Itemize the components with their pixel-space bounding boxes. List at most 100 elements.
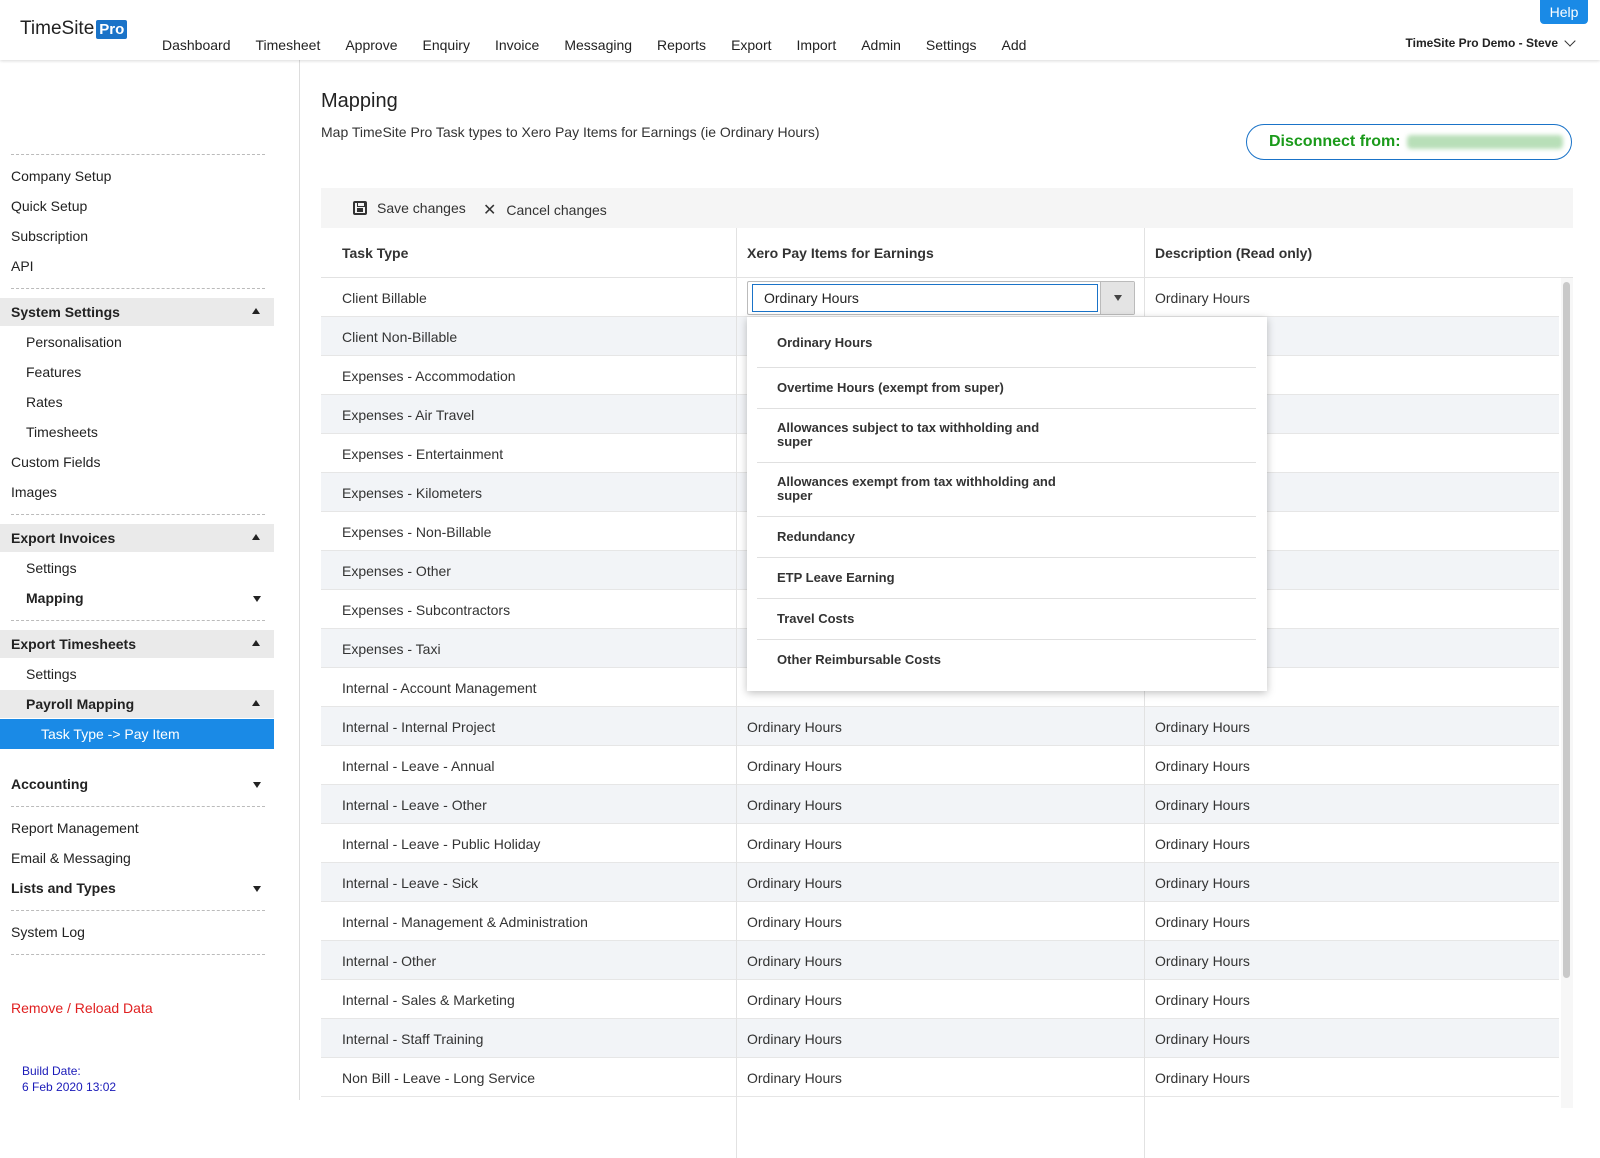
sidebar-item-personalisation[interactable]: Personalisation [26, 334, 122, 350]
nav-timesheet[interactable]: Timesheet [256, 37, 321, 53]
build-date: 6 Feb 2020 13:02 [22, 1080, 117, 1094]
table-row[interactable]: Internal - Other Ordinary Hours Ordinary H… [321, 941, 1559, 980]
pay-item-cell[interactable]: Ordinary Hours [747, 992, 842, 1008]
description-cell: Ordinary Hours [1155, 953, 1250, 969]
page-subtitle: Map TimeSite Pro Task types to Xero Pay … [321, 124, 820, 140]
dropdown-option[interactable]: Allowances subject to tax withholding an… [757, 409, 1256, 463]
sidebar-item-timesheets[interactable]: Timesheets [26, 424, 98, 440]
nav-dashboard[interactable]: Dashboard [162, 37, 231, 53]
dropdown-option[interactable]: Travel Costs [757, 599, 1256, 640]
pay-item-cell[interactable]: Ordinary Hours [747, 875, 842, 891]
organisation-name-redacted [1406, 135, 1563, 149]
nav-add[interactable]: Add [1002, 37, 1027, 53]
nav-reports[interactable]: Reports [657, 37, 706, 53]
dropdown-toggle-button[interactable] [1100, 282, 1134, 314]
sidebar-section-system-settings[interactable]: System Settings [0, 298, 274, 326]
cancel-changes-button[interactable]: ✕ Cancel changes [483, 200, 607, 220]
dropdown-option[interactable]: Allowances exempt from tax withholding a… [757, 463, 1256, 517]
sidebar-item-email-messaging[interactable]: Email & Messaging [11, 850, 131, 866]
table-row[interactable]: Internal - Internal Project Ordinary Hour… [321, 707, 1559, 746]
user-name: TimeSite Pro Demo - Steve [1405, 36, 1559, 50]
task-type-cell: Internal - Other [342, 953, 437, 969]
save-changes-button[interactable]: Save changes [353, 200, 466, 216]
pay-item-cell[interactable]: Ordinary Hours [747, 914, 842, 930]
table-row[interactable]: Internal - Sales & Marketing Ordinary Hou… [321, 980, 1559, 1019]
table-row[interactable]: Internal - Leave - Annual Ordinary Hours O… [321, 746, 1559, 785]
nav-invoice[interactable]: Invoice [495, 37, 539, 53]
description-cell: Ordinary Hours [1155, 914, 1250, 930]
task-type-cell: Internal - Sales & Marketing [342, 992, 515, 1008]
table-row[interactable]: Internal - Leave - Public Holiday Ordinar… [321, 824, 1559, 863]
nav-approve[interactable]: Approve [345, 37, 397, 53]
sidebar-item-lists-types[interactable]: Lists and Types [11, 880, 116, 896]
table-row[interactable]: Internal - Leave - Other Ordinary Hours Or… [321, 785, 1559, 824]
sidebar-item-timesheet-settings[interactable]: Settings [26, 666, 77, 682]
nav-import[interactable]: Import [797, 37, 837, 53]
sidebar-section-payroll-mapping[interactable]: Payroll Mapping [0, 690, 274, 718]
pay-item-cell[interactable]: Ordinary Hours [747, 836, 842, 852]
sidebar-item-rates[interactable]: Rates [26, 394, 63, 410]
dropdown-option[interactable]: ETP Leave Earning [757, 558, 1256, 599]
task-type-cell: Expenses - Non-Billable [342, 524, 492, 540]
dropdown-option[interactable]: Other Reimbursable Costs [757, 640, 1256, 681]
sidebar-item-invoice-mapping[interactable]: Mapping [26, 590, 84, 606]
sidebar-item-subscription[interactable]: Subscription [11, 228, 88, 244]
pay-item-combobox[interactable]: Ordinary Hours [747, 281, 1135, 315]
task-type-cell: Expenses - Taxi [342, 641, 441, 657]
dropdown-option[interactable]: Ordinary Hours [757, 317, 1256, 368]
sidebar-item-report-management[interactable]: Report Management [11, 820, 139, 836]
sidebar-item-remove-reload[interactable]: Remove / Reload Data [11, 1000, 153, 1016]
user-menu[interactable]: TimeSite Pro Demo - Steve [1405, 34, 1576, 50]
sidebar-item-accounting[interactable]: Accounting [11, 776, 88, 792]
expand-icon[interactable] [253, 596, 261, 602]
nav-messaging[interactable]: Messaging [564, 37, 632, 53]
table-row[interactable]: Internal - Leave - Sick Ordinary Hours Ord… [321, 863, 1559, 902]
pay-item-cell[interactable]: Ordinary Hours [747, 1070, 842, 1086]
description-cell: Ordinary Hours [1155, 1031, 1250, 1047]
option-label: Overtime Hours (exempt from super) [777, 380, 1004, 395]
sidebar-item-custom-fields[interactable]: Custom Fields [11, 454, 100, 470]
sidebar-section-export-timesheets[interactable]: Export Timesheets [0, 630, 274, 658]
scrollbar-thumb[interactable] [1563, 282, 1570, 978]
disconnect-button[interactable]: Disconnect from: [1246, 124, 1572, 160]
dropdown-option[interactable]: Redundancy [757, 517, 1256, 558]
column-header-pay-items[interactable]: Xero Pay Items for Earnings [747, 245, 934, 261]
column-header-task-type[interactable]: Task Type [342, 245, 408, 261]
column-header-description[interactable]: Description (Read only) [1155, 245, 1312, 261]
sidebar-item-task-type-pay-item[interactable]: Task Type -> Pay Item [0, 719, 274, 749]
pay-item-cell[interactable]: Ordinary Hours [747, 1031, 842, 1047]
build-date-label: Build Date: [22, 1064, 81, 1078]
pay-item-cell[interactable]: Ordinary Hours [747, 758, 842, 774]
app-logo[interactable]: TimeSite Pro [20, 18, 128, 40]
help-button[interactable]: Help [1540, 0, 1588, 24]
task-type-cell: Internal - Leave - Other [342, 797, 487, 813]
nav-export[interactable]: Export [731, 37, 771, 53]
option-label: Travel Costs [777, 611, 855, 626]
nav-settings[interactable]: Settings [926, 37, 977, 53]
pay-item-cell[interactable]: Ordinary Hours [747, 719, 842, 735]
close-icon: ✕ [483, 202, 497, 219]
sidebar-item-api[interactable]: API [11, 258, 34, 274]
sidebar-item-features[interactable]: Features [26, 364, 81, 380]
pay-item-input[interactable]: Ordinary Hours [752, 284, 1098, 312]
table-row[interactable]: Internal - Staff Training Ordinary Hours O… [321, 1019, 1559, 1058]
nav-admin[interactable]: Admin [861, 37, 901, 53]
pay-item-cell[interactable]: Ordinary Hours [747, 953, 842, 969]
section-label: System Settings [11, 304, 120, 320]
expand-icon[interactable] [253, 782, 261, 788]
sidebar-item-system-log[interactable]: System Log [11, 924, 85, 940]
sidebar-divider [11, 806, 265, 807]
vertical-scrollbar[interactable] [1561, 278, 1573, 1108]
table-row[interactable]: Internal - Management & Administration Or… [321, 902, 1559, 941]
dropdown-option[interactable]: Overtime Hours (exempt from super) [757, 368, 1256, 409]
expand-icon[interactable] [253, 886, 261, 892]
sidebar-item-quick-setup[interactable]: Quick Setup [11, 198, 87, 214]
sidebar-item-company-setup[interactable]: Company Setup [11, 168, 111, 184]
sidebar-section-export-invoices[interactable]: Export Invoices [0, 524, 274, 552]
page-title: Mapping [321, 90, 398, 112]
sidebar-item-images[interactable]: Images [11, 484, 57, 500]
nav-enquiry[interactable]: Enquiry [423, 37, 470, 53]
pay-item-cell[interactable]: Ordinary Hours [747, 797, 842, 813]
table-row[interactable]: Non Bill - Leave - Long Service Ordinary … [321, 1058, 1559, 1097]
sidebar-item-invoice-settings[interactable]: Settings [26, 560, 77, 576]
